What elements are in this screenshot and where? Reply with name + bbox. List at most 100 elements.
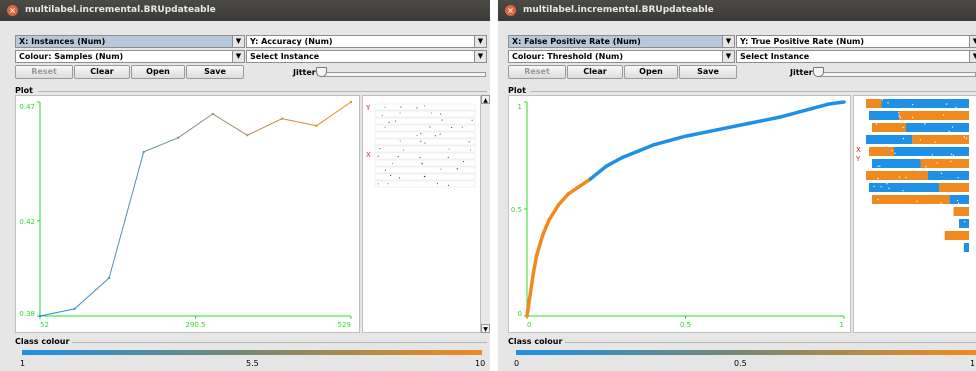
x-axis-select[interactable]: X: Instances (Num) ▼	[15, 35, 245, 48]
scroll-down-icon[interactable]: ▼	[481, 324, 490, 333]
matrix-dot	[889, 237, 891, 239]
roc-segment	[588, 164, 608, 181]
matrix-dot	[955, 106, 957, 109]
matrix-dot	[956, 199, 959, 202]
matrix-scrollbar[interactable]: ▲ ▼	[480, 95, 490, 333]
colour-select[interactable]: Colour: Threshold (Num) ▼	[508, 50, 735, 63]
chevron-down-icon: ▼	[722, 36, 734, 47]
plot-area[interactable]: 0.38 0.42 0.47 52 290.5 529	[15, 95, 360, 333]
matrix-band	[869, 183, 939, 192]
matrix-band	[927, 171, 969, 180]
matrix-cell	[374, 138, 476, 146]
attribute-matrix[interactable]: XY	[853, 95, 976, 333]
data-point	[535, 254, 539, 258]
matrix-dot	[381, 114, 383, 116]
matrix-dot	[397, 156, 399, 158]
scroll-up-icon[interactable]: ▲	[481, 95, 490, 104]
instance-select[interactable]: Select Instance▼	[736, 50, 976, 63]
x-axis-select[interactable]: X: False Positive Rate (Num) ▼	[508, 35, 735, 48]
colour-select[interactable]: Colour: Samples (Num) ▼	[15, 50, 245, 63]
close-icon[interactable]: ×	[505, 5, 516, 16]
reset-button[interactable]: Reset	[508, 65, 566, 79]
instance-select[interactable]: Select Instance▼	[246, 50, 487, 63]
matrix-dot	[912, 212, 915, 214]
matrix-dot	[391, 163, 393, 165]
matrix-band	[949, 195, 969, 204]
open-button[interactable]: Open	[624, 65, 678, 79]
slider-handle[interactable]	[316, 67, 327, 77]
class-colour-label: Class colour	[508, 337, 563, 346]
close-icon[interactable]: ×	[7, 5, 18, 16]
matrix-band	[872, 195, 950, 204]
jitter-slider[interactable]	[316, 67, 486, 79]
matrix-dot	[420, 133, 422, 135]
matrix-dot	[440, 113, 442, 115]
matrix-dot	[950, 160, 952, 163]
attribute-matrix[interactable]: YX	[362, 95, 482, 333]
y-tick-label: 0.42	[19, 218, 35, 226]
data-point	[531, 271, 535, 275]
colour-tick-min: 1	[20, 359, 26, 368]
matrix-dot	[402, 149, 404, 151]
matrix-dot	[879, 165, 881, 167]
matrix-dot	[886, 183, 888, 185]
data-point	[652, 143, 656, 147]
plot-label: Plot	[508, 86, 526, 95]
roc-segment	[778, 106, 815, 119]
matrix-band	[866, 99, 882, 108]
matrix-band	[920, 159, 969, 168]
matrix-dot	[869, 244, 871, 247]
matrix-dot	[965, 137, 968, 139]
clear-button[interactable]: Clear	[74, 65, 130, 79]
chevron-down-icon: ▼	[232, 51, 244, 62]
matrix-dot	[388, 121, 390, 123]
matrix-cell	[374, 124, 476, 132]
matrix-y-label: Y	[365, 104, 371, 112]
y-axis-select[interactable]: Y: Accuracy (Num) ▼	[246, 35, 487, 48]
jitter-slider[interactable]	[813, 67, 976, 79]
data-point	[528, 293, 532, 297]
y-axis-select[interactable]: Y: True Positive Rate (Num)▼	[736, 35, 976, 48]
matrix-dot	[894, 152, 896, 154]
matrix-dot	[882, 231, 885, 233]
roc-segment	[534, 232, 545, 258]
matrix-band	[872, 231, 945, 240]
matrix-dot	[934, 141, 936, 143]
roc-segment	[531, 254, 539, 275]
matrix-dot	[957, 202, 960, 204]
colour-tick-mid: 5.5	[246, 359, 259, 368]
matrix-dot	[945, 249, 947, 252]
matrix-dot	[964, 221, 966, 223]
data-point	[604, 164, 608, 168]
roc-chart: 0 0.5 1 0 0.5 1	[511, 100, 846, 329]
window-roc-curve: × multilabel.incremental.BRUpdateable X:…	[498, 0, 976, 371]
matrix-dot	[424, 105, 426, 107]
data-point	[350, 101, 352, 103]
matrix-dot	[447, 156, 449, 158]
data-point	[39, 315, 41, 317]
matrix-dot	[461, 126, 463, 128]
data-point	[547, 218, 551, 222]
reset-button[interactable]: Reset	[15, 65, 73, 79]
series-segment	[247, 118, 283, 136]
plot-area[interactable]: 0 0.5 1 0 0.5 1	[508, 95, 851, 333]
clear-button[interactable]: Clear	[567, 65, 623, 79]
matrix-dot	[469, 149, 471, 151]
matrix-dot	[416, 107, 418, 109]
open-button[interactable]: Open	[131, 65, 185, 79]
data-point	[636, 149, 640, 153]
save-button[interactable]: Save	[186, 65, 244, 79]
data-point	[842, 100, 846, 104]
matrix-dot	[399, 177, 401, 179]
matrix-dot	[892, 238, 894, 240]
data-point	[177, 136, 180, 139]
matrix-dot	[447, 184, 449, 186]
data-point	[525, 314, 529, 318]
matrix-dot	[420, 140, 422, 142]
matrix-cell	[374, 117, 476, 125]
slider-handle[interactable]	[813, 67, 824, 77]
save-button[interactable]: Save	[679, 65, 737, 79]
jitter-label: Jitter	[293, 68, 316, 77]
data-point	[73, 307, 76, 310]
matrix-dot	[468, 141, 470, 143]
